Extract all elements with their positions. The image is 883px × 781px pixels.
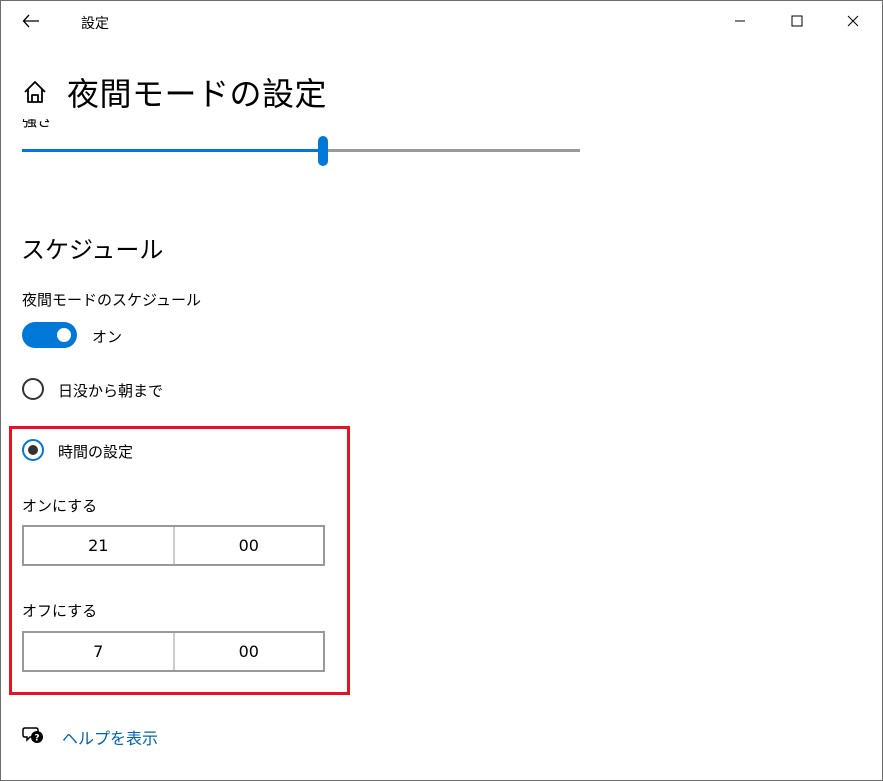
svg-text:?: ? bbox=[34, 734, 39, 744]
maximize-button[interactable] bbox=[774, 1, 820, 41]
minimize-icon bbox=[735, 20, 745, 22]
strength-slider[interactable] bbox=[22, 134, 580, 168]
radio-label-sunset-to-sunrise[interactable]: 日没から朝まで bbox=[58, 380, 163, 401]
radio-set-hours[interactable] bbox=[22, 439, 44, 461]
toggle-knob bbox=[57, 328, 71, 342]
turn-off-time-picker[interactable]: 7 00 bbox=[22, 631, 325, 672]
back-button[interactable] bbox=[15, 7, 47, 35]
turn-off-label: オフにする bbox=[22, 602, 98, 620]
slider-thumb[interactable] bbox=[318, 136, 328, 166]
close-icon bbox=[847, 15, 859, 27]
page-title: 夜間モードの設定 bbox=[67, 75, 328, 113]
radio-selected-dot bbox=[28, 445, 38, 455]
turn-on-hour[interactable]: 21 bbox=[24, 527, 173, 564]
strength-label-container: 強さ bbox=[22, 119, 102, 131]
turn-off-hour[interactable]: 7 bbox=[24, 633, 173, 670]
toggle-state-text: オン bbox=[92, 328, 123, 346]
schedule-toggle-label: 夜間モードのスケジュール bbox=[22, 291, 201, 309]
app-title: 設定 bbox=[81, 16, 109, 32]
radio-label-set-hours[interactable]: 時間の設定 bbox=[58, 441, 133, 462]
back-arrow-icon bbox=[22, 14, 39, 28]
strength-label: 強さ bbox=[22, 119, 53, 130]
slider-fill bbox=[22, 149, 323, 152]
schedule-toggle[interactable] bbox=[22, 322, 77, 348]
close-button[interactable] bbox=[830, 1, 876, 41]
title-bar: 設定 bbox=[1, 1, 882, 41]
turn-off-minute[interactable]: 00 bbox=[172, 633, 324, 670]
section-title-schedule: スケジュール bbox=[21, 236, 164, 264]
turn-on-label: オンにする bbox=[22, 497, 98, 515]
turn-on-minute[interactable]: 00 bbox=[172, 527, 324, 564]
maximize-icon bbox=[791, 15, 803, 27]
help-link[interactable]: ヘルプを表示 bbox=[62, 725, 158, 749]
radio-sunset-to-sunrise[interactable] bbox=[22, 378, 44, 400]
turn-on-time-picker[interactable]: 21 00 bbox=[22, 525, 325, 566]
help-chat-icon[interactable]: ? bbox=[22, 725, 44, 745]
settings-window: 設定 夜間モードの設定 強さ スケジュール 夜間モードのスケジュール オン 日没… bbox=[0, 0, 883, 781]
minimize-button[interactable] bbox=[717, 1, 763, 41]
home-icon[interactable] bbox=[21, 78, 49, 106]
